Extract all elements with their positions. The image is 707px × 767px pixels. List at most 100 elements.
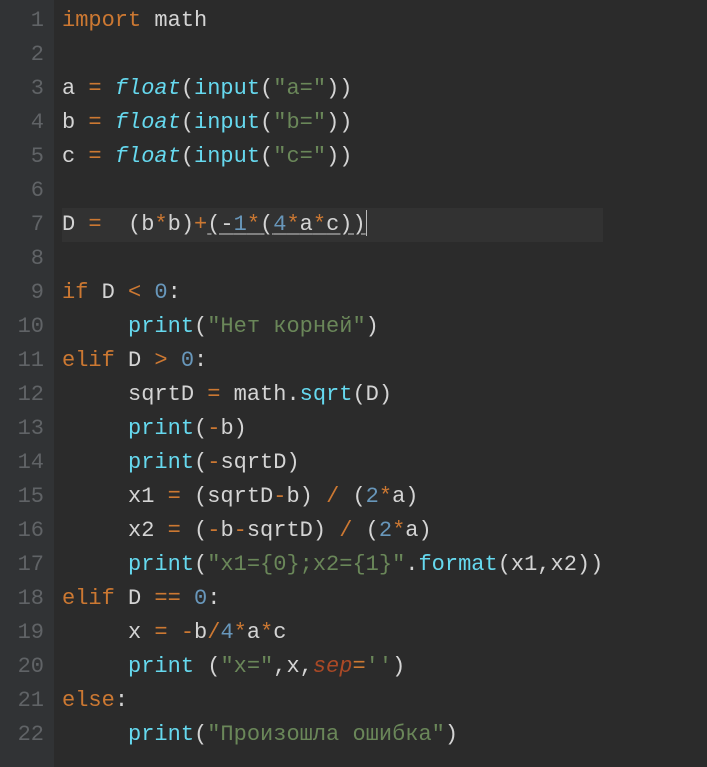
token: D [115,586,155,611]
code-line[interactable]: print("Нет корней") [62,310,603,344]
code-line[interactable]: import math [62,4,603,38]
token: = [168,518,181,543]
code-line[interactable]: D = (b*b)+(-1*(4*a*c)) [62,208,603,242]
token: + [194,212,207,237]
line-number: 6 [0,174,44,208]
token: ( [181,144,194,169]
token: "Нет корней" [207,314,365,339]
token: (b [102,212,155,237]
line-number: 16 [0,514,44,548]
line-number: 15 [0,480,44,514]
line-number: 5 [0,140,44,174]
code-line[interactable]: elif D == 0: [62,582,603,616]
code-line[interactable]: x1 = (sqrtD-b) / (2*a) [62,480,603,514]
token: print [128,416,194,441]
token: ( [181,518,207,543]
code-line[interactable]: sqrtD = math.sqrt(D) [62,378,603,412]
token [62,654,128,679]
token: = [154,620,167,645]
text-cursor [366,210,367,236]
token: float [115,144,181,169]
token [102,110,115,135]
token: ( [339,484,365,509]
token: )) [326,144,352,169]
line-number: 11 [0,344,44,378]
token [141,280,154,305]
line-number: 2 [0,38,44,72]
token: (- [207,212,233,237]
token [62,552,128,577]
token: : [115,688,128,713]
token [62,722,128,747]
code-line[interactable]: b = float(input("b=")) [62,106,603,140]
token: '' [366,654,392,679]
token: sqrtD) [247,518,339,543]
line-number: 7 [0,208,44,242]
token: a) [392,484,418,509]
code-line[interactable]: x = -b/4*a*c [62,616,603,650]
token: - [273,484,286,509]
token: 0 [181,348,194,373]
line-number-gutter: 12345678910111213141516171819202122 [0,0,54,767]
token: = [207,382,220,407]
token: a [62,76,88,101]
code-line[interactable]: a = float(input("a=")) [62,72,603,106]
token: x [62,620,154,645]
code-line[interactable]: print("Произошла ошибка") [62,718,603,752]
token [62,416,128,441]
token: - [207,450,220,475]
token: * [154,212,167,237]
code-line[interactable]: print ("x=",x,sep='') [62,650,603,684]
token: ( [194,314,207,339]
token: 1 [234,212,247,237]
token: - [234,518,247,543]
line-number: 1 [0,4,44,38]
token: 4 [273,212,286,237]
token: (x1,x2)) [498,552,604,577]
code-line[interactable]: print(-sqrtD) [62,446,603,480]
token: * [379,484,392,509]
token: "x=" [220,654,273,679]
token [62,314,128,339]
token: = [88,76,101,101]
token: a [300,212,313,237]
token: b) [220,416,246,441]
code-line[interactable] [62,242,603,276]
token: sep [313,654,353,679]
token: input [194,144,260,169]
token: = [352,654,365,679]
token: ,x, [273,654,313,679]
token: / [326,484,339,509]
token: : [207,586,220,611]
token [168,620,181,645]
line-number: 20 [0,650,44,684]
code-line[interactable]: else: [62,684,603,718]
token: print [128,552,194,577]
token: b) [286,484,326,509]
code-line[interactable]: c = float(input("c=")) [62,140,603,174]
token: 0 [194,586,207,611]
code-line[interactable] [62,174,603,208]
code-line[interactable]: print(-b) [62,412,603,446]
token: ( [194,654,220,679]
code-line[interactable]: print("x1={0};x2={1}".format(x1,x2)) [62,548,603,582]
token: import [62,8,141,33]
token: = [88,110,101,135]
token: ( [181,110,194,135]
code-line[interactable]: x2 = (-b-sqrtD) / (2*a) [62,514,603,548]
line-number: 17 [0,548,44,582]
token: b [62,110,88,135]
token: * [286,212,299,237]
token [62,450,128,475]
code-line[interactable] [62,38,603,72]
token: == [154,586,180,611]
token: ( [260,212,273,237]
code-area[interactable]: import matha = float(input("a="))b = flo… [54,0,603,767]
token: = [168,484,181,509]
token: ) [445,722,458,747]
code-line[interactable]: if D < 0: [62,276,603,310]
token: D [88,280,128,305]
line-number: 13 [0,412,44,446]
code-line[interactable]: elif D > 0: [62,344,603,378]
token: D [115,348,155,373]
